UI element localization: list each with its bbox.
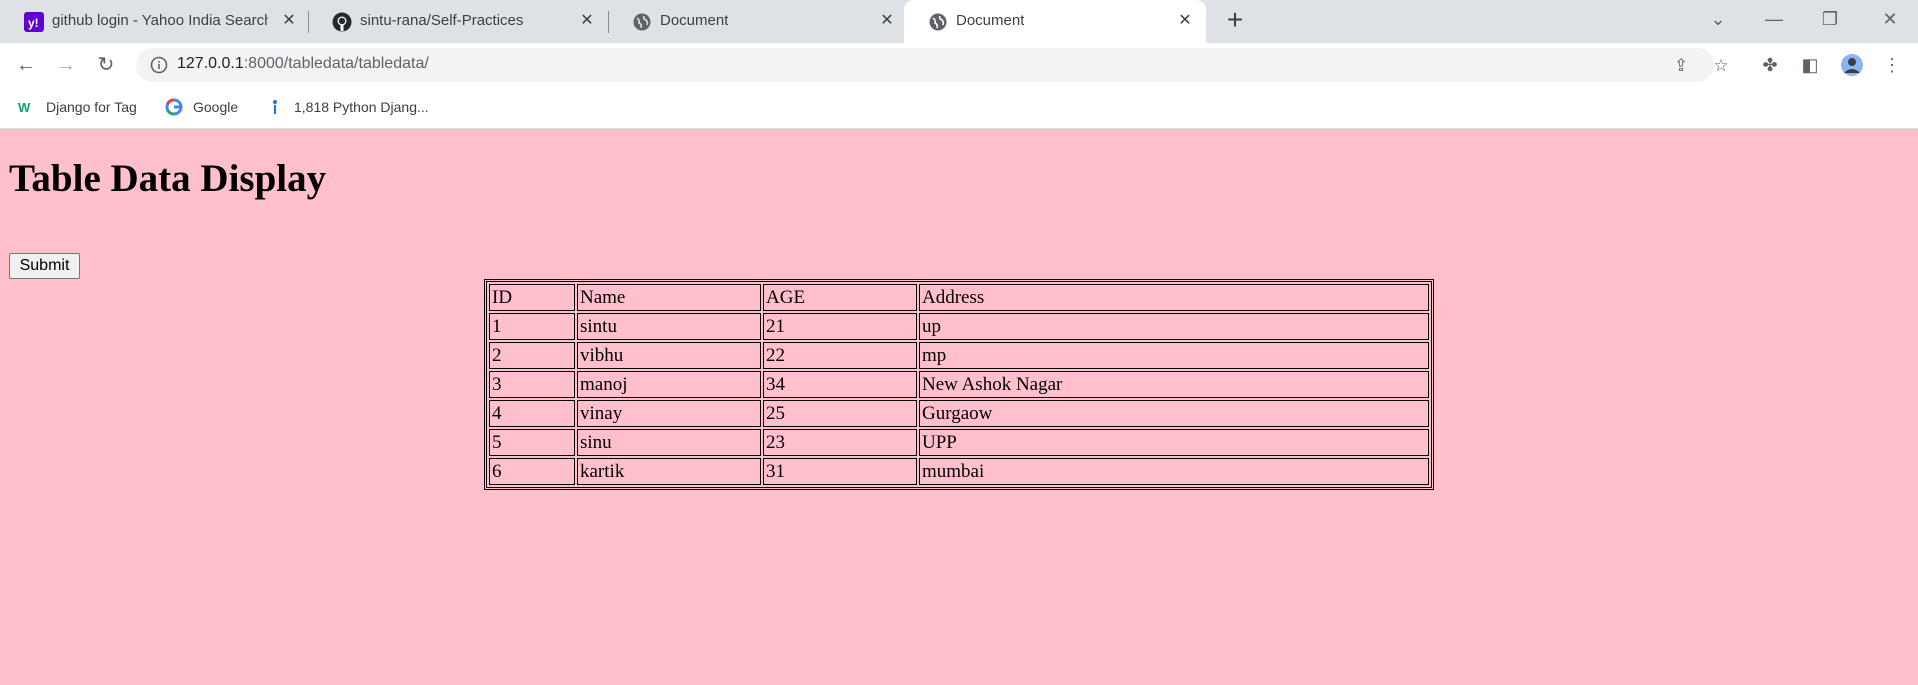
cell-name: vinay [577,400,761,427]
cell-age: 31 [763,458,917,485]
bookmark-django-for-tag[interactable]: W Django for Tag [18,96,137,118]
side-panel-icon[interactable]: ◧ [1798,53,1822,77]
cell-id: 3 [489,371,575,398]
new-tab-button[interactable]: + [1220,6,1250,36]
table-header-row: ID Name AGE Address [489,284,1429,311]
tab-yahoo-search[interactable]: y! github login - Yahoo India Search ✕ [0,0,309,43]
cell-id: 6 [489,458,575,485]
w3-icon: W [18,100,31,115]
browser-chrome: y! github login - Yahoo India Search ✕ s… [0,0,1918,129]
table-row: 6 kartik 31 mumbai [489,458,1429,485]
close-tab-icon[interactable]: ✕ [876,10,898,32]
site-info-icon[interactable] [150,56,168,74]
cell-age: 34 [763,371,917,398]
yahoo-icon: y! [24,12,44,32]
url-path: :8000/tabledata/tabledata/ [243,55,429,72]
close-window-button[interactable]: ✕ [1862,0,1918,40]
cell-age: 22 [763,342,917,369]
forward-button[interactable]: → [50,49,82,81]
google-icon [165,98,183,116]
table-row: 3 manoj 34 New Ashok Nagar [489,371,1429,398]
tab-title: sintu-rana/Self-Practices [360,12,524,29]
cell-address: mp [919,342,1429,369]
bookmark-label: Google [193,99,239,115]
avatar-icon [1841,54,1863,76]
cell-age: 23 [763,429,917,456]
minimize-button[interactable]: — [1746,0,1802,40]
bookmarks-bar: W Django for Tag Google 1,818 Python Dja… [0,86,1918,129]
table-row: 1 sintu 21 up [489,313,1429,340]
table-row: 4 vinay 25 Gurgaow [489,400,1429,427]
reload-button[interactable]: ↻ [90,49,122,81]
header-cell-age: AGE [763,284,917,311]
globe-icon [929,13,947,31]
cell-id: 5 [489,429,575,456]
bookmark-google[interactable]: Google [165,96,238,118]
tab-title: Document [660,12,729,29]
data-table: ID Name AGE Address 1 sintu 21 up 2 vibh… [484,279,1434,490]
tab-title: github login - Yahoo India Search [52,12,268,29]
bookmark-python-django[interactable]: 1,818 Python Djang... [266,96,429,118]
url-text[interactable]: 127.0.0.1:8000/tabledata/tabledata/ [177,55,429,73]
cell-id: 4 [489,400,575,427]
cell-id: 2 [489,342,575,369]
svg-text:y!: y! [28,16,39,30]
bookmark-label: 1,818 Python Djang... [294,99,429,115]
close-tab-icon[interactable]: ✕ [1174,10,1196,32]
close-tab-icon[interactable]: ✕ [278,10,300,32]
cell-name: vibhu [577,342,761,369]
close-tab-icon[interactable]: ✕ [576,10,598,32]
url-host: 127.0.0.1 [177,55,244,72]
header-cell-name: Name [577,284,761,311]
svg-text:W: W [18,100,31,115]
cell-address: up [919,313,1429,340]
tab-document[interactable]: Document ✕ [608,0,904,43]
cell-name: kartik [577,458,761,485]
table-row: 2 vibhu 22 mp [489,342,1429,369]
cell-age: 21 [763,313,917,340]
tab-strip: y! github login - Yahoo India Search ✕ s… [0,0,1918,43]
browser-toolbar: ← → ↻ 127.0.0.1:8000/tabledata/tabledata… [0,43,1918,86]
tab-title: Document [956,12,1025,29]
page-content: Table Data Display Submit ID Name AGE Ad… [0,129,1918,685]
address-bar[interactable]: 127.0.0.1:8000/tabledata/tabledata/ ⇪ ☆ [136,48,1729,82]
cell-address: UPP [919,429,1429,456]
cell-address: mumbai [919,458,1429,485]
cell-id: 1 [489,313,575,340]
tab-document-active[interactable]: Document ✕ [904,0,1206,43]
tab-search-icon[interactable]: ⌄ [1690,0,1746,40]
submit-button[interactable]: Submit [9,253,80,279]
tab-github[interactable]: sintu-rana/Self-Practices ✕ [308,0,609,43]
restore-button[interactable]: ❐ [1802,0,1858,40]
github-icon [332,12,352,32]
cell-name: manoj [577,371,761,398]
cell-address: Gurgaow [919,400,1429,427]
bookmark-site-icon [273,100,277,114]
bookmark-label: Django for Tag [46,99,137,115]
table-row: 5 sinu 23 UPP [489,429,1429,456]
globe-icon [633,13,651,31]
back-button[interactable]: ← [10,49,42,81]
page-title: Table Data Display [9,157,327,200]
bookmark-star-icon[interactable]: ☆ [1710,55,1732,77]
header-cell-id: ID [489,284,575,311]
cell-name: sinu [577,429,761,456]
header-cell-address: Address [919,284,1429,311]
cell-age: 25 [763,400,917,427]
profile-avatar[interactable] [1840,53,1864,77]
share-icon[interactable]: ⇪ [1670,55,1692,77]
cell-address: New Ashok Nagar [919,371,1429,398]
menu-kebab-icon[interactable]: ⋮ [1880,53,1904,77]
cell-name: sintu [577,313,761,340]
extensions-icon[interactable]: ✤ [1758,53,1782,77]
